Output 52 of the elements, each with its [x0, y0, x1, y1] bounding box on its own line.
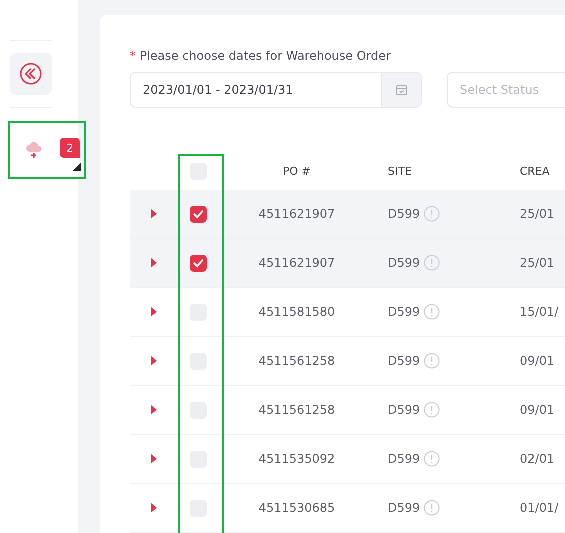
info-icon[interactable] [424, 353, 440, 369]
table-cell: 4511535092 [258, 452, 336, 466]
table-cell-text: 02/01 [520, 452, 556, 466]
table-cell: 4511561258 [258, 403, 336, 417]
table-cell: D599 [388, 256, 420, 270]
required-mark: * [130, 49, 136, 63]
expand-icon[interactable] [151, 454, 157, 464]
table-cell: D599 [388, 354, 420, 368]
column-header: SITE [387, 164, 413, 178]
info-icon[interactable] [424, 402, 440, 418]
expand-icon[interactable] [151, 356, 157, 366]
table-cell: 4511581580 [258, 305, 336, 319]
expand-icon[interactable] [151, 258, 157, 268]
collapse-button[interactable] [10, 53, 52, 95]
info-icon[interactable] [424, 451, 440, 467]
table-cell-text: 09/01 [520, 354, 556, 368]
table-cell: D599 [388, 305, 420, 319]
status-select[interactable]: Select Status [447, 72, 565, 108]
table-cell: 4511621907 [258, 256, 336, 270]
table-cell-text: 25/01 [520, 207, 556, 221]
info-icon[interactable] [424, 500, 440, 516]
column-header: CREA [520, 164, 551, 178]
expand-icon[interactable] [151, 307, 157, 317]
date-range-field[interactable]: 2023/01/01 - 2023/01/31 [130, 72, 422, 108]
info-icon[interactable] [424, 304, 440, 320]
checkbox[interactable] [190, 206, 206, 222]
table-cell-text: 15/01/ [520, 305, 560, 319]
table-cell: 4511561258 [258, 354, 336, 368]
expand-icon[interactable] [151, 209, 157, 219]
table-cell-text: 01/01/ [520, 501, 560, 515]
column-header: PO # [282, 164, 311, 178]
calendar-icon[interactable] [381, 73, 421, 107]
cloud-icon[interactable] [26, 141, 44, 158]
corner-icon [73, 163, 81, 171]
table-cell: D599 [388, 501, 420, 515]
expand-icon[interactable] [151, 405, 157, 415]
chevrons-icon [19, 62, 43, 86]
checkbox[interactable] [190, 254, 206, 272]
info-icon[interactable] [424, 206, 440, 222]
table-cell: 4511530685 [258, 501, 336, 515]
date-label: Please choose dates for Warehouse Order [140, 49, 391, 63]
notification-badge: 2 [60, 138, 80, 158]
checkmark-icon [192, 258, 204, 268]
expand-icon[interactable] [151, 503, 157, 513]
checkmark-icon [192, 210, 204, 218]
table-cell: D599 [388, 207, 420, 221]
table-cell: D599 [388, 452, 420, 466]
table-cell-text: 09/01 [520, 403, 556, 417]
info-icon[interactable] [424, 255, 440, 271]
table-cell: 4511621907 [258, 207, 336, 221]
table-cell-text: 25/01 [520, 256, 556, 270]
table-cell: D599 [388, 403, 420, 417]
